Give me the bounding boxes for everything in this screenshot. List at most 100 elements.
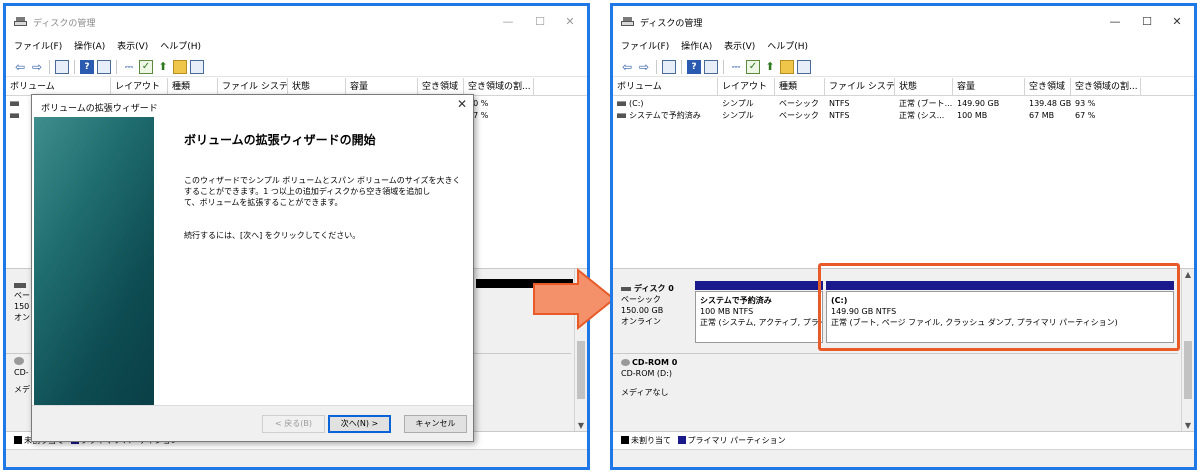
disk-icon: [14, 283, 26, 288]
col-type[interactable]: 種類: [775, 78, 825, 96]
check-icon[interactable]: ✓: [746, 59, 760, 74]
free-cell: 67 MB: [1029, 111, 1055, 120]
graphical-scrollbar[interactable]: ▲ ▼: [1181, 269, 1194, 432]
cdrom-icon: [621, 359, 630, 366]
menu-action[interactable]: 操作(A): [74, 38, 105, 57]
close-button[interactable]: ✕: [559, 14, 581, 30]
menu-help[interactable]: ヘルプ(H): [160, 38, 201, 57]
maximize-button[interactable]: ☐: [529, 14, 551, 30]
folder-icon[interactable]: [780, 59, 794, 74]
properties-icon[interactable]: [97, 59, 111, 74]
scroll-thumb[interactable]: [1184, 341, 1192, 399]
properties-icon[interactable]: [704, 59, 718, 74]
table-row[interactable]: システムで予約済み シンプル ベーシック NTFS 正常 (シス... 100 …: [613, 110, 1194, 122]
check-icon[interactable]: ✓: [139, 59, 153, 74]
back-button[interactable]: < 戻る(B): [262, 415, 325, 433]
disk0-state: オンライン: [621, 317, 661, 326]
toolbar-separator: [49, 59, 50, 74]
status-bar: [613, 449, 1194, 467]
menu-view[interactable]: 表示(V): [117, 38, 148, 57]
minimize-button[interactable]: —: [497, 14, 519, 30]
toolbar-separator: [656, 59, 657, 74]
toolbar: ⇦ ⇨ ? ⎓ ✓ ⬆: [613, 57, 1194, 77]
legend-primary: プライマリ パーティション: [687, 436, 786, 445]
col-status[interactable]: 状態: [895, 78, 953, 96]
col-filesystem[interactable]: ファイル システム: [825, 78, 895, 96]
title-bar: ディスクの管理 — ☐ ✕: [613, 6, 1194, 38]
back-arrow-icon[interactable]: ⇦: [13, 60, 27, 74]
wizard-description-line: て、ボリュームを拡張することができます。: [184, 198, 343, 207]
forward-arrow-icon[interactable]: ⇨: [637, 60, 651, 74]
list-view-icon[interactable]: [190, 59, 204, 74]
free-cell: 139.48 GB: [1029, 99, 1072, 108]
disk-icon: [621, 286, 631, 291]
divider: [613, 353, 1178, 354]
type-cell: ベーシック: [779, 111, 819, 120]
toolbar: ⇦ ⇨ ? ⎓ ✓ ⬆: [6, 57, 587, 77]
menu-bar: ファイル(F) 操作(A) 表示(V) ヘルプ(H): [613, 38, 1194, 57]
toolbar-separator: [681, 59, 682, 74]
partition-name: システムで予約済み: [700, 296, 772, 305]
volume-icon: [617, 113, 626, 118]
back-arrow-icon[interactable]: ⇦: [620, 60, 634, 74]
wizard-description-line: このウィザードでシンプル ボリュームとスパン ボリュームのサイズを大きく: [184, 176, 461, 185]
upload-icon[interactable]: ⬆: [156, 60, 170, 74]
help-icon[interactable]: ?: [80, 59, 94, 74]
help-icon[interactable]: ?: [687, 59, 701, 74]
close-button[interactable]: ✕: [1166, 14, 1188, 30]
col-layout[interactable]: レイアウト: [718, 78, 775, 96]
layout-cell: シンプル: [722, 111, 754, 120]
volume-icon: [617, 101, 626, 106]
unallocated-swatch: [14, 435, 22, 444]
status-bar: [6, 449, 587, 467]
folder-icon[interactable]: [173, 59, 187, 74]
menu-view[interactable]: 表示(V): [724, 38, 755, 57]
free-pct-cell: 67 %: [1075, 111, 1096, 120]
connect-disk-icon[interactable]: ⎓: [729, 60, 743, 74]
reserved-partition-box[interactable]: システムで予約済み 100 MB NTFS 正常 (システム, アクティブ, プ…: [695, 291, 823, 343]
forward-arrow-icon[interactable]: ⇨: [30, 60, 44, 74]
next-button[interactable]: 次へ(N) >: [328, 415, 391, 433]
maximize-button[interactable]: ☐: [1136, 14, 1158, 30]
cancel-button[interactable]: キャンセル: [404, 415, 467, 433]
scroll-thumb[interactable]: [577, 341, 585, 399]
menu-bar: ファイル(F) 操作(A) 表示(V) ヘルプ(H): [6, 38, 587, 57]
disk0-size: 150.00 GB: [621, 306, 664, 315]
list-view-icon[interactable]: [797, 59, 811, 74]
connect-disk-icon[interactable]: ⎓: [122, 60, 136, 74]
cdrom-name: CD-ROM 0: [621, 357, 677, 368]
disk0-label: ベー 150 オン: [14, 283, 30, 323]
console-tree-icon[interactable]: [662, 59, 676, 74]
scroll-up-icon[interactable]: ▲: [1182, 269, 1194, 281]
menu-file[interactable]: ファイル(F): [14, 38, 62, 57]
wizard-footer: < 戻る(B) 次へ(N) > キャンセル: [32, 405, 473, 441]
c-partition-highlight: [818, 263, 1180, 351]
window-title: ディスクの管理: [33, 19, 96, 29]
left-screenshot-frame: ディスクの管理 — ☐ ✕ ファイル(F) 操作(A) 表示(V) ヘルプ(H)…: [3, 3, 590, 470]
right-screenshot-frame: ディスクの管理 — ☐ ✕ ファイル(F) 操作(A) 表示(V) ヘルプ(H)…: [610, 3, 1197, 470]
upload-icon[interactable]: ⬆: [763, 60, 777, 74]
wizard-heading: ボリュームの拡張ウィザードの開始: [184, 133, 376, 147]
disk-management-app-icon: [14, 16, 27, 27]
wizard-close-icon[interactable]: ✕: [457, 97, 467, 111]
fs-cell: NTFS: [829, 111, 850, 120]
console-tree-icon[interactable]: [55, 59, 69, 74]
minimize-button[interactable]: —: [1104, 14, 1126, 30]
volume-mark-icon: [6, 110, 22, 122]
col-free[interactable]: 空き領域: [1025, 78, 1071, 96]
col-free-pct[interactable]: 空き領域の割...: [464, 78, 534, 96]
window-title: ディスクの管理: [640, 19, 703, 29]
table-row[interactable]: (C:) シンプル ベーシック NTFS 正常 (ブート... 149.90 G…: [613, 98, 1194, 110]
wizard-title: ボリュームの拡張ウィザード: [41, 104, 158, 114]
col-capacity[interactable]: 容量: [953, 78, 1025, 96]
col-volume[interactable]: ボリューム: [613, 78, 718, 96]
toolbar-separator: [74, 59, 75, 74]
col-free-pct[interactable]: 空き領域の割...: [1071, 78, 1141, 96]
menu-action[interactable]: 操作(A): [681, 38, 712, 57]
title-bar: ディスクの管理 — ☐ ✕: [6, 6, 587, 38]
primary-swatch: [677, 435, 686, 444]
legend-unallocated: 未割り当て: [631, 436, 671, 445]
menu-help[interactable]: ヘルプ(H): [767, 38, 808, 57]
disk0-label: ディスク 0 ベーシック 150.00 GB オンライン: [621, 283, 674, 327]
menu-file[interactable]: ファイル(F): [621, 38, 669, 57]
